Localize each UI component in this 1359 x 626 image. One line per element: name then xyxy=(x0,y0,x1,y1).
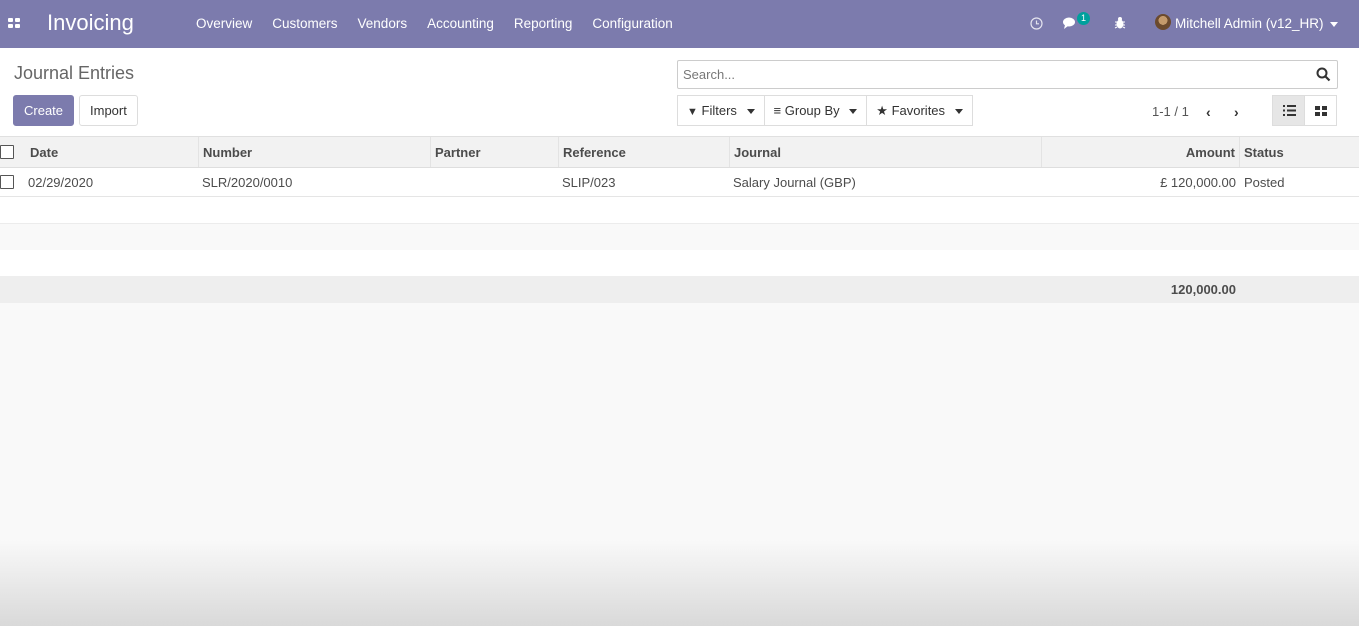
empty-row xyxy=(0,197,1359,224)
menu-reporting[interactable]: Reporting xyxy=(514,16,573,31)
list-icon xyxy=(1283,105,1296,116)
search-input[interactable]: Search... xyxy=(683,67,735,82)
pager-next-icon[interactable]: › xyxy=(1234,104,1239,120)
cell-status: Posted xyxy=(1244,175,1285,190)
debug-bug-icon[interactable] xyxy=(1114,16,1126,30)
table-header: Date Number Partner Reference Journal Am… xyxy=(0,137,1359,168)
app-title[interactable]: Invoicing xyxy=(47,10,134,36)
cell-date: 02/29/2020 xyxy=(28,175,94,190)
caret-down-icon xyxy=(954,109,963,115)
groupby-button[interactable]: ≡ Group By xyxy=(763,95,868,126)
search-box[interactable]: Search... xyxy=(677,60,1338,89)
column-number[interactable]: Number xyxy=(199,137,431,167)
top-navbar: Invoicing Overview Customers Vendors Acc… xyxy=(0,0,1359,48)
column-journal[interactable]: Journal xyxy=(730,137,1042,167)
breadcrumb: Journal Entries xyxy=(14,63,135,83)
groupby-label: Group By xyxy=(784,103,840,118)
column-date[interactable]: Date xyxy=(24,137,199,167)
menu-configuration[interactable]: Configuration xyxy=(592,16,672,31)
favorites-label: Favorites xyxy=(891,103,946,118)
menu-accounting[interactable]: Accounting xyxy=(427,16,494,31)
search-icon[interactable] xyxy=(1316,67,1331,82)
caret-down-icon xyxy=(849,109,858,115)
import-button[interactable]: Import xyxy=(79,95,138,126)
search-options: ▼ Filters ≡ Group By ★ Favorites xyxy=(677,95,973,126)
empty-row xyxy=(0,250,1359,277)
user-menu[interactable]: Mitchell Admin (v12_HR) xyxy=(1175,16,1338,31)
column-amount[interactable]: Amount xyxy=(1042,137,1240,167)
filters-label: Filters xyxy=(701,103,737,118)
filter-icon: ▼ xyxy=(687,106,698,118)
star-icon: ★ xyxy=(876,103,888,118)
caret-down-icon xyxy=(746,109,755,115)
pager-value[interactable]: 1-1 / 1 xyxy=(1152,104,1189,119)
cell-amount: £ 120,000.00 xyxy=(1160,175,1236,190)
cell-reference: SLIP/023 xyxy=(562,175,616,190)
filters-button[interactable]: ▼ Filters xyxy=(677,95,765,126)
amount-total: 120,000.00 xyxy=(1170,282,1236,297)
pager-previous-icon[interactable]: ‹ xyxy=(1206,104,1211,120)
create-button[interactable]: Create xyxy=(13,95,75,126)
table-row[interactable]: 02/29/2020 SLR/2020/0010 SLIP/023 Salary… xyxy=(0,168,1359,197)
column-partner[interactable]: Partner xyxy=(431,137,559,167)
table-footer: 120,000.00 xyxy=(0,276,1359,303)
apps-menu-icon[interactable] xyxy=(8,18,20,30)
menu-overview[interactable]: Overview xyxy=(196,16,252,31)
menu-customers[interactable]: Customers xyxy=(272,16,337,31)
column-status[interactable]: Status xyxy=(1240,137,1359,167)
control-panel: Journal Entries Create Import Search... … xyxy=(0,48,1359,137)
main-menu: Overview Customers Vendors Accounting Re… xyxy=(196,16,693,31)
background-fade xyxy=(0,540,1359,626)
favorites-button[interactable]: ★ Favorites xyxy=(866,95,973,126)
row-checkbox[interactable] xyxy=(0,175,14,189)
messages-badge: 1 xyxy=(1077,12,1091,25)
empty-row xyxy=(0,224,1359,251)
kanban-icon xyxy=(1315,106,1327,116)
list-view-button[interactable] xyxy=(1272,95,1305,126)
kanban-view-button[interactable] xyxy=(1304,95,1337,126)
clock-icon[interactable] xyxy=(1030,17,1043,30)
select-all-checkbox[interactable] xyxy=(0,145,14,159)
column-reference[interactable]: Reference xyxy=(559,137,730,167)
user-avatar[interactable] xyxy=(1155,14,1171,30)
caret-down-icon xyxy=(1329,21,1338,27)
user-name: Mitchell Admin (v12_HR) xyxy=(1175,16,1324,31)
menu-vendors[interactable]: Vendors xyxy=(358,16,408,31)
cell-journal: Salary Journal (GBP) xyxy=(733,175,856,190)
bars-icon: ≡ xyxy=(773,103,782,118)
cell-number: SLR/2020/0010 xyxy=(202,175,293,190)
